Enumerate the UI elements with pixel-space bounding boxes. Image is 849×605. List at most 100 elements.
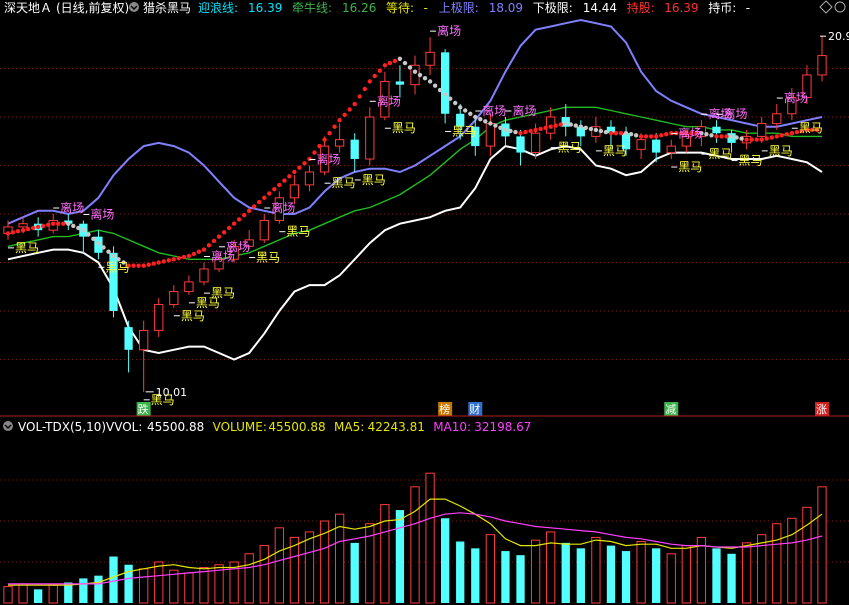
wave-dot (563, 121, 568, 126)
wave-dot (51, 221, 56, 226)
volume-chart[interactable]: VOL-TDX(5,10) VVOL: 45500.88 VOLUME: 45500.… (0, 417, 849, 605)
stock-name: 深天地Ａ (4, 1, 52, 15)
event-badge[interactable]: 减 (664, 402, 679, 416)
wave-dot (427, 79, 433, 84)
dropdown-icon[interactable] (3, 421, 13, 431)
event-badge[interactable]: 财 (468, 402, 483, 416)
volume-bar-up (636, 541, 646, 604)
volume-bar-up (741, 542, 752, 604)
candle-down (516, 136, 525, 153)
volume-bar-up (802, 506, 812, 604)
leave-label: 离场 (226, 239, 250, 254)
volume-bar-up (530, 539, 541, 604)
wave-dot (262, 195, 267, 200)
indicator-label: 迎浪线: (198, 0, 238, 15)
horse-label: 黑马 (211, 286, 235, 300)
leave-label: 离场 (377, 93, 401, 108)
wave-dot (151, 261, 156, 266)
indicator-menu-button[interactable] (129, 2, 139, 12)
wave-dot (332, 124, 337, 129)
candle-up (304, 171, 315, 186)
wave-dot (106, 249, 111, 254)
wave-dot (759, 137, 764, 142)
wave-dot (769, 135, 774, 140)
main-chart[interactable]: 深天地Ａ (日线,前复权) 猎杀黑马 迎浪线: 16.39 牵牛线: 16.26 等待:… (0, 0, 849, 417)
event-badge[interactable]: 涨 (815, 402, 829, 416)
horse-label: 黑马 (392, 121, 416, 135)
wave-dot (252, 204, 257, 209)
wave-dot (598, 128, 604, 134)
volume-bar-up (591, 536, 601, 604)
leave-label: 离场 (60, 200, 84, 215)
wave-dot (543, 125, 548, 130)
wave-dot (15, 229, 21, 234)
horse-label: 黑马 (678, 160, 702, 174)
volume-bar-up (410, 486, 420, 604)
wave-dot (392, 58, 398, 64)
wave-dot (101, 245, 106, 250)
horse-label: 黑马 (452, 124, 476, 138)
volume-bar-down (621, 551, 631, 603)
wave-dot (201, 247, 207, 252)
wave-dot (508, 128, 513, 134)
wave-dot (573, 123, 578, 128)
indicator-value: 16.26 (342, 1, 376, 15)
wave-dot (20, 228, 26, 233)
volume-bar-down (652, 548, 661, 603)
wave-dot (357, 94, 362, 99)
wave-dot (498, 125, 503, 130)
leave-label: 离场 (512, 103, 536, 118)
volume-label: VVOL: (106, 420, 142, 434)
candle-up (18, 223, 28, 228)
volume-label: MA5: (334, 420, 364, 434)
volume-bar-up (485, 534, 496, 604)
wave-dot (257, 199, 262, 205)
wave-dot (578, 124, 583, 129)
wave-dot (166, 258, 171, 263)
wave-dot (226, 225, 232, 231)
candle-up (772, 113, 782, 124)
wave-dot (282, 178, 287, 183)
dropdown-icon[interactable] (129, 2, 139, 12)
wave-dot (714, 134, 719, 139)
wave-dot (35, 224, 41, 230)
badge-text: 榜 (439, 402, 450, 416)
indicator-value: - (746, 1, 750, 15)
wave-dot (719, 134, 724, 139)
wave-dot (141, 263, 146, 268)
event-badge[interactable]: 跌 (136, 402, 151, 416)
wave-dot (221, 230, 227, 235)
wave-dot (593, 127, 599, 133)
leave-label: 离场 (437, 23, 461, 38)
candle-down (441, 52, 450, 114)
wave-dot (297, 165, 302, 170)
indicator-value: - (424, 1, 428, 15)
wave-dot (181, 254, 187, 260)
wave-dot (56, 221, 61, 226)
volume-bar-down (109, 556, 118, 603)
volume-bar-down (516, 555, 525, 603)
wave-dot (729, 134, 734, 139)
leave-label: 离场 (678, 126, 702, 141)
volume-bar-up (425, 472, 435, 604)
wave-dot (236, 217, 242, 222)
wave-dot (417, 72, 423, 78)
wave-dot (523, 129, 528, 135)
indicator-label: 持币: (708, 0, 736, 15)
candle-up (636, 139, 646, 150)
indicator-name: 猎杀黑马 (143, 0, 191, 15)
volume-menu-button[interactable] (3, 421, 13, 431)
wave-dot (362, 86, 367, 92)
wave-dot (131, 263, 136, 268)
wave-dot (608, 131, 614, 136)
wave-dot (618, 131, 624, 136)
wave-dot (322, 137, 327, 142)
horse-label: 黑马 (15, 241, 39, 255)
event-badge[interactable]: 榜 (438, 402, 453, 416)
wave-dot (91, 236, 96, 241)
volume-value: 42243.81 (368, 420, 425, 434)
wave-dot (583, 125, 588, 130)
volume-bar-up (666, 553, 676, 604)
wave-dot (161, 259, 166, 264)
wave-dot (724, 134, 729, 139)
